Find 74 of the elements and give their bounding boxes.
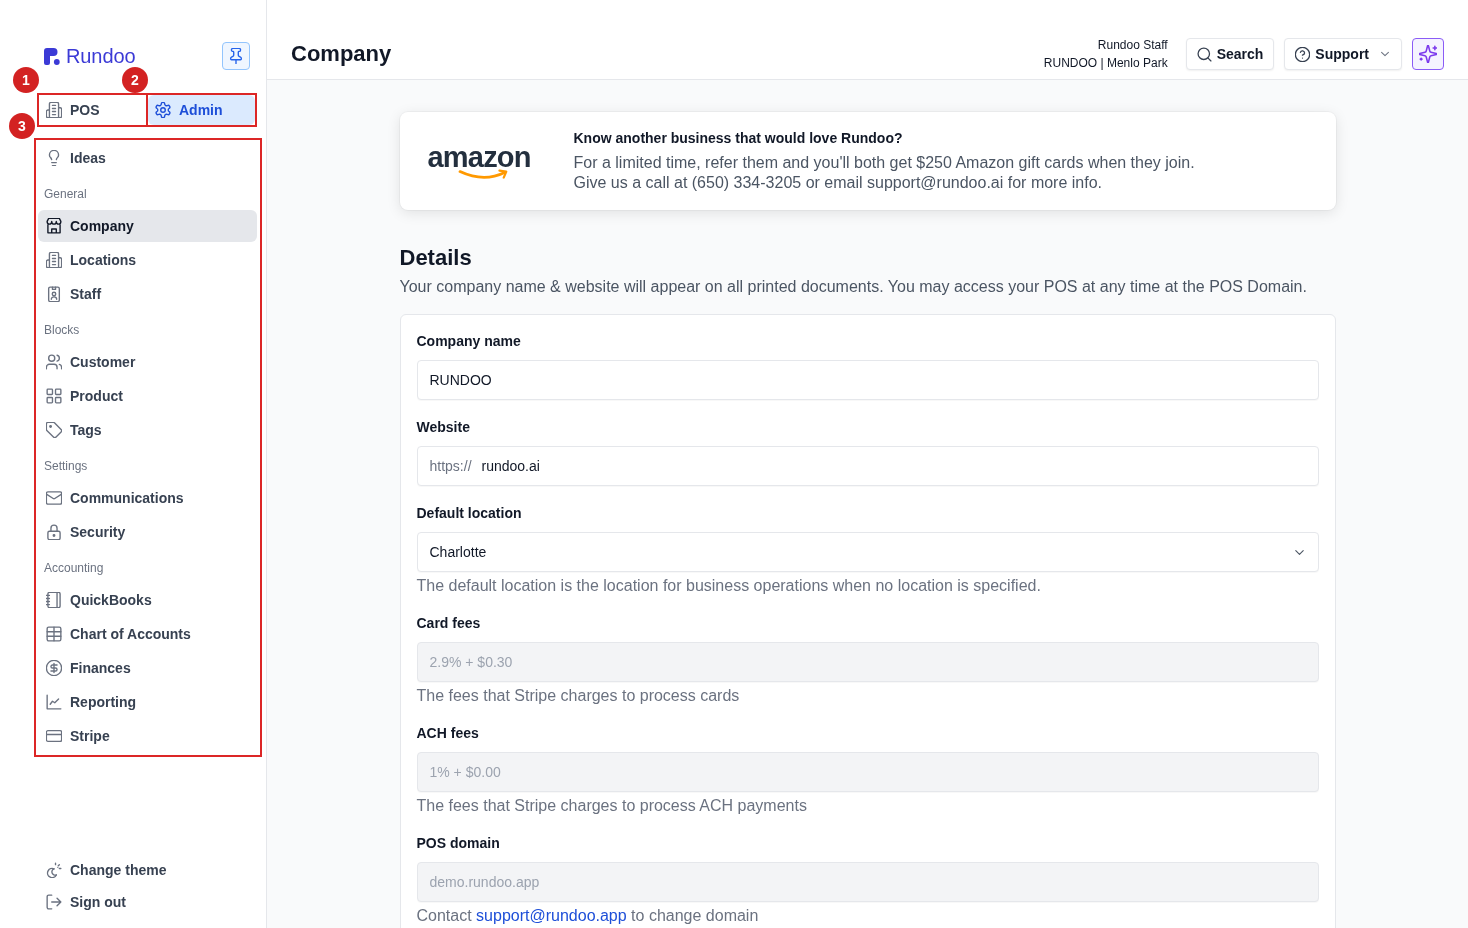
nav-item[interactable]: Customer [38, 346, 257, 378]
ai-assistant-button[interactable] [1412, 38, 1444, 70]
brand-name: Rundoo [66, 44, 136, 68]
nav-item[interactable]: Chart of Accounts [38, 618, 257, 650]
nav-section-heading: General [43, 186, 88, 203]
field-label: ACH fees [416, 724, 480, 743]
annotation-marker: 1 [13, 67, 39, 93]
annotation-marker: 2 [122, 67, 148, 93]
nav-item[interactable]: Security [38, 516, 257, 548]
nav-item[interactable]: Staff [38, 278, 257, 310]
nav-section-heading: Settings [43, 458, 89, 475]
help-icon [1295, 46, 1311, 62]
field-help-text: The fees that Stripe charges to process ACH payments [416, 796, 808, 816]
banner-text: Give us a call at (650) 334-3205 or email support@rundoo.ai for more info. [573, 173, 1103, 193]
page-title: Company [291, 40, 392, 68]
nav-item[interactable]: Locations [38, 244, 257, 276]
nav-item[interactable]: Communications [38, 482, 257, 514]
field-label: POS domain [416, 834, 501, 853]
sparkles-icon [1419, 45, 1437, 63]
table-icon [46, 626, 62, 642]
nav-section-heading: Blocks [43, 322, 81, 339]
nav-item[interactable]: Reporting [38, 686, 257, 718]
tag-icon [46, 422, 62, 438]
account-location: RUNDOO | Menlo Park [1043, 55, 1168, 72]
envelope-icon [46, 490, 62, 506]
banner-text: For a limited time, refer them and you'll both get $250 Amazon gift cards when they join. [573, 153, 1195, 173]
grid-icon [46, 388, 62, 404]
building-icon [46, 252, 62, 268]
logo-icon [44, 47, 60, 65]
url-input[interactable]: https:// rundoo.ai [416, 446, 1319, 486]
field-label: Default location [416, 504, 523, 523]
sign-out-icon [46, 894, 62, 910]
text-input[interactable]: RUNDOO [416, 360, 1319, 400]
nav-item[interactable]: Stripe [38, 720, 257, 752]
nav-item[interactable]: Tags [38, 414, 257, 446]
field-label: Card fees [416, 614, 482, 633]
settings-icon [155, 102, 171, 118]
section-description: Your company name & website will appear on all printed documents. You may access your POS at any time at the POS Domain. [399, 277, 1308, 297]
nav-item[interactable]: Ideas [38, 142, 257, 174]
partner-logo: amazon [427, 141, 532, 181]
pin-icon [228, 48, 244, 64]
id-badge-icon [46, 286, 62, 302]
pin-button[interactable] [222, 42, 250, 70]
nav-item[interactable]: Company [38, 210, 257, 242]
search-button[interactable]: Search [1185, 38, 1275, 70]
banner-title: Know another business that would love Rundoo? [573, 129, 904, 147]
theme-icon [46, 862, 62, 878]
field-help-text: Contact support@rundoo.app to change domain [416, 906, 760, 926]
section-title: Details [399, 244, 473, 272]
nav-item[interactable]: QuickBooks [38, 584, 257, 616]
nav-section-heading: Accounting [43, 560, 105, 577]
building-icon [46, 102, 62, 118]
account-name: Rundoo Staff [1097, 37, 1168, 54]
credit-card-icon [46, 728, 62, 744]
search-icon [1196, 46, 1212, 62]
field-label: Company name [416, 332, 522, 351]
nav-item[interactable]: Product [38, 380, 257, 412]
store-icon [46, 218, 62, 234]
mode-tab[interactable]: Admin [148, 95, 255, 125]
lightbulb-icon [46, 150, 62, 166]
lock-icon [46, 524, 62, 540]
field-label: Website [416, 418, 471, 437]
sign-out-button[interactable]: Sign out [38, 886, 134, 918]
annotation-marker: 3 [9, 113, 35, 139]
mode-tab[interactable]: POS [39, 95, 146, 125]
location-select[interactable]: Charlotte [416, 532, 1319, 572]
support-button[interactable]: Support [1284, 38, 1402, 70]
line-chart-icon [46, 694, 62, 710]
nav-item[interactable]: Finances [38, 652, 257, 684]
field-help-text: The default location is the location for business operations when no location is specified. [416, 576, 1042, 596]
users-icon [46, 354, 62, 370]
notebook-icon [46, 592, 62, 608]
change-theme-button[interactable]: Change theme [38, 854, 175, 886]
field-help-text: The fees that Stripe charges to process cards [416, 686, 741, 706]
